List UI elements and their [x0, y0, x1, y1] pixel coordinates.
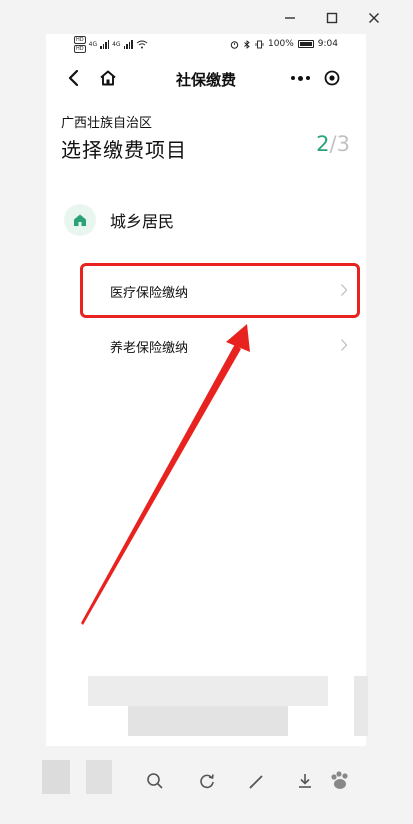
watermark-logo — [326, 770, 354, 792]
blurred-region — [42, 760, 70, 794]
pen-icon — [249, 775, 263, 789]
blurred-region — [354, 676, 368, 736]
rotate-button[interactable] — [196, 770, 218, 792]
rotate-icon — [200, 774, 214, 789]
edit-button[interactable] — [246, 770, 268, 792]
blurred-region — [128, 706, 288, 736]
paw-icon — [331, 771, 348, 789]
download-button[interactable] — [294, 770, 316, 792]
search-button[interactable] — [144, 770, 166, 792]
blurred-region — [86, 760, 112, 794]
blurred-region — [88, 676, 328, 706]
search-icon — [147, 773, 163, 789]
download-icon — [299, 774, 311, 788]
